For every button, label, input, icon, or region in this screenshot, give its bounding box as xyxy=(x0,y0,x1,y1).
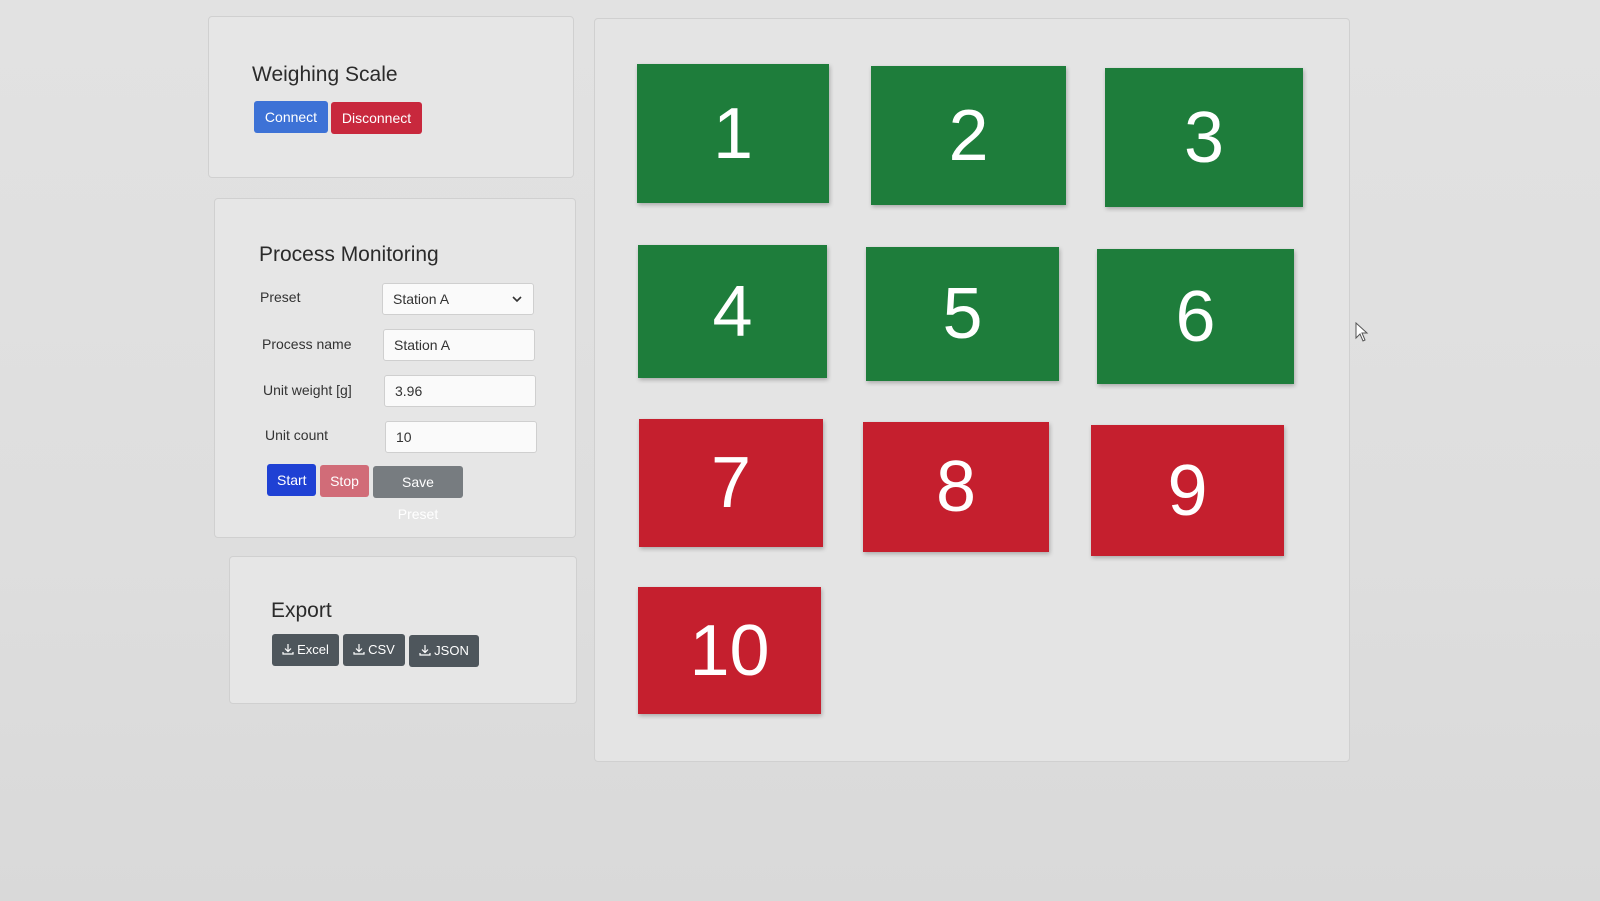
unit-weight-label: Unit weight [g] xyxy=(263,382,352,398)
connect-button[interactable]: Connect xyxy=(254,101,328,133)
disconnect-button[interactable]: Disconnect xyxy=(331,102,422,134)
weighing-scale-title: Weighing Scale xyxy=(252,63,398,86)
station-tile-label: 10 xyxy=(689,610,770,691)
station-tile-4[interactable]: 4 xyxy=(638,245,827,378)
station-tile-3[interactable]: 3 xyxy=(1105,68,1303,207)
station-tile-10[interactable]: 10 xyxy=(638,587,821,714)
mouse-cursor-icon xyxy=(1355,322,1369,342)
station-tile-label: 6 xyxy=(1175,276,1216,357)
station-tile-label: 2 xyxy=(948,95,989,176)
preset-select-value: Station A xyxy=(393,291,450,307)
download-icon xyxy=(282,644,294,655)
export-csv-label: CSV xyxy=(368,642,395,657)
export-title: Export xyxy=(271,599,332,622)
preset-select[interactable]: Station A xyxy=(382,283,534,315)
save-preset-button[interactable]: Save Preset xyxy=(373,466,463,522)
export-excel-label: Excel xyxy=(297,642,329,657)
export-csv-button[interactable]: CSV xyxy=(343,634,405,666)
station-tile-2[interactable]: 2 xyxy=(871,66,1066,205)
station-tile-6[interactable]: 6 xyxy=(1097,249,1294,384)
station-tile-label: 9 xyxy=(1167,450,1208,531)
download-icon xyxy=(353,644,365,655)
export-card: Export Excel CSV JSON xyxy=(229,556,577,704)
export-json-label: JSON xyxy=(434,643,469,658)
process-monitoring-title: Process Monitoring xyxy=(259,243,439,266)
unit-weight-input[interactable]: 3.96 xyxy=(384,375,536,407)
process-monitoring-card: Process Monitoring Preset Station A Proc… xyxy=(214,198,576,538)
unit-count-input[interactable]: 10 xyxy=(385,421,537,453)
unit-count-label: Unit count xyxy=(265,427,329,443)
station-tile-8[interactable]: 8 xyxy=(863,422,1049,552)
export-json-button[interactable]: JSON xyxy=(409,635,479,667)
start-button[interactable]: Start xyxy=(267,464,316,496)
station-tile-label: 4 xyxy=(712,271,753,352)
station-tile-7[interactable]: 7 xyxy=(639,419,823,547)
chevron-down-icon xyxy=(512,296,522,303)
station-tile-label: 8 xyxy=(935,447,977,527)
station-tile-1[interactable]: 1 xyxy=(637,64,829,203)
process-name-label: Process name xyxy=(262,336,352,352)
station-tile-5[interactable]: 5 xyxy=(866,247,1059,381)
stop-button[interactable]: Stop xyxy=(320,465,369,497)
station-tile-label: 3 xyxy=(1183,97,1225,178)
download-icon xyxy=(419,645,431,656)
station-tile-label: 5 xyxy=(942,274,983,354)
process-name-input[interactable]: Station A xyxy=(383,329,535,361)
station-tile-label: 7 xyxy=(710,443,752,523)
station-tile-label: 1 xyxy=(712,93,754,174)
export-excel-button[interactable]: Excel xyxy=(272,634,339,666)
station-tile-9[interactable]: 9 xyxy=(1091,425,1284,556)
screen: Weighing Scale Connect Disconnect Proces… xyxy=(0,0,1600,901)
weighing-scale-card: Weighing Scale Connect Disconnect xyxy=(208,16,574,178)
preset-label: Preset xyxy=(260,289,301,305)
